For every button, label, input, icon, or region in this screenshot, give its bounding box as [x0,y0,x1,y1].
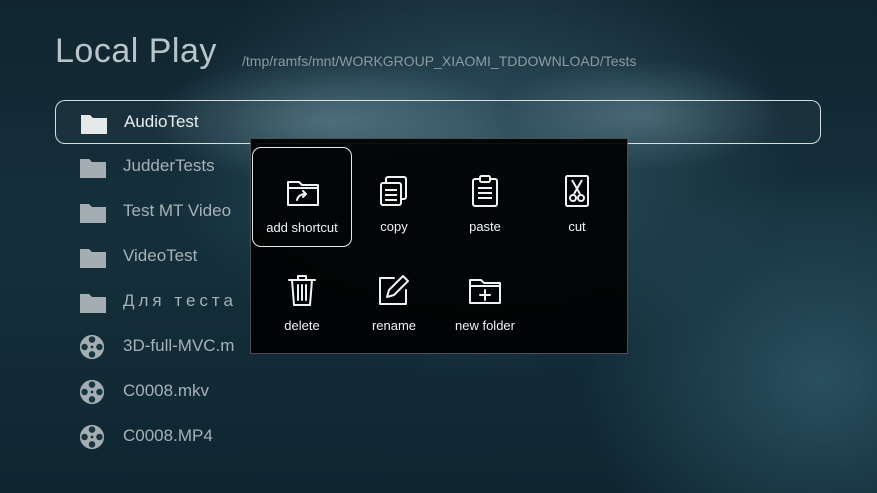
add-shortcut-button[interactable]: add shortcut [252,147,352,247]
trash-icon [288,275,316,306]
menu-item-label: add shortcut [266,220,338,235]
folder-icon [80,204,106,223]
list-item-label: 3D-full-MVC.m [123,336,235,355]
list-item-label: Test MT Video [123,201,232,220]
menu-item-label: new folder [455,318,515,333]
list-item-c0008-mp4[interactable]: C0008.MP4 [55,415,821,459]
film-reel-icon [79,334,105,360]
cut-button[interactable]: cut [527,147,627,247]
menu-item-label: delete [284,318,320,333]
folder-icon [80,249,106,268]
context-menu: add shortcut copy paste cut delete renam… [250,138,628,354]
menu-item-label: rename [371,318,417,333]
edit-icon [379,275,409,305]
scissors-icon [565,175,589,207]
paste-button[interactable]: paste [435,147,535,247]
list-item-label: Для теста [123,291,237,310]
list-item-label: C0008.MP4 [123,426,213,445]
list-item-label: C0008.mkv [123,381,209,400]
delete-button[interactable]: delete [252,246,352,346]
folder-shortcut-icon [287,181,319,206]
copy-icon [380,176,407,206]
film-reel-icon [79,424,105,450]
folder-icon [80,294,106,313]
new-folder-button[interactable]: new folder [435,246,535,346]
film-reel-icon [79,379,105,405]
folder-icon [81,115,107,134]
list-item-label: VideoTest [123,246,198,265]
menu-item-label: copy [380,219,408,234]
menu-item-label: cut [568,219,586,234]
list-item-c0008-mkv[interactable]: C0008.mkv [55,370,821,414]
folder-icon [80,159,106,178]
list-item-label: JudderTests [123,156,215,175]
new-folder-icon [469,279,501,304]
menu-item-label: paste [469,219,501,234]
copy-button[interactable]: copy [344,147,444,247]
list-item-label: AudioTest [124,112,199,131]
clipboard-icon [472,175,498,207]
rename-button[interactable]: rename [344,246,444,346]
